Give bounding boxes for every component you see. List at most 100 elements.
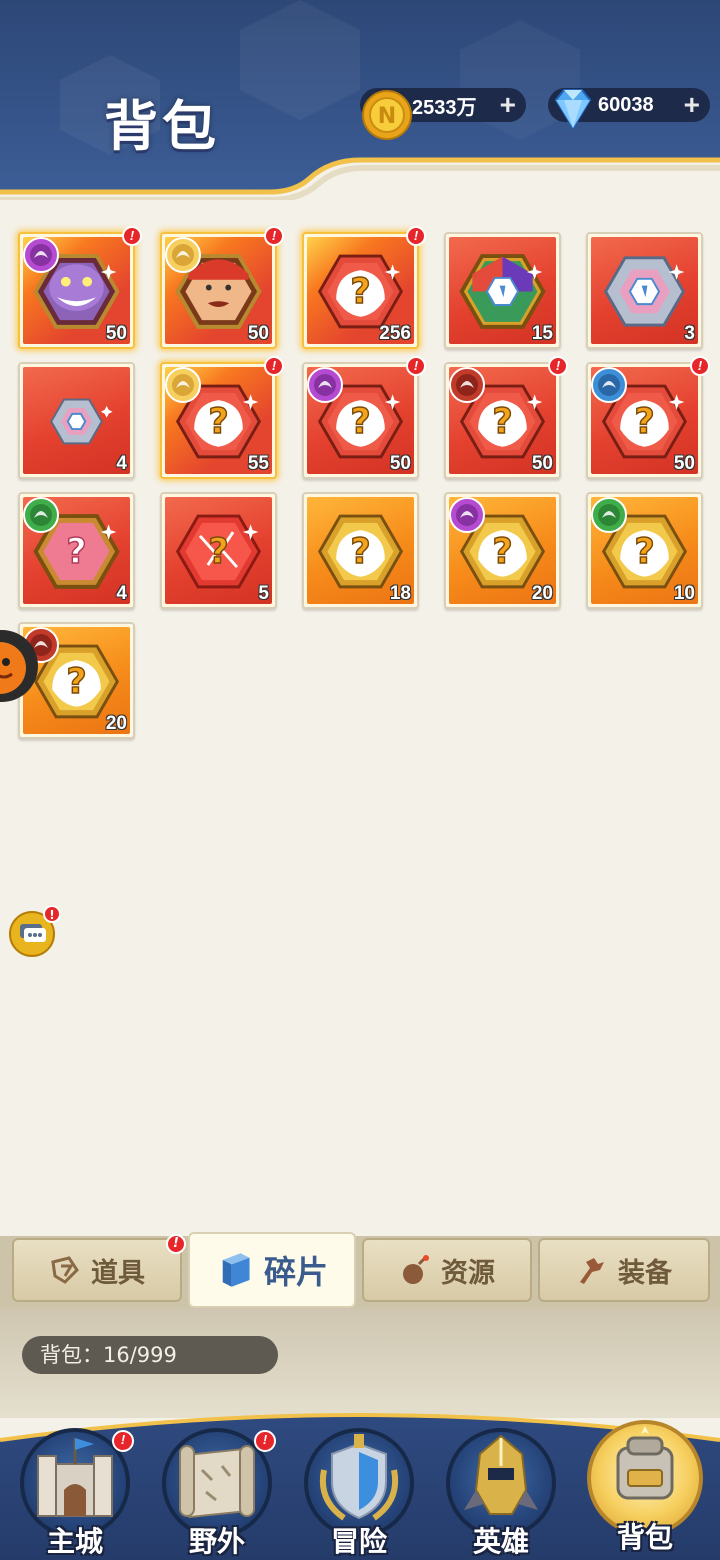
- svg-text:?: ?: [634, 532, 654, 572]
- fragment-item-slot[interactable]: 3: [586, 232, 703, 349]
- nav-main-city[interactable]: ! 主城: [16, 1426, 134, 1560]
- faction-blue-knight-icon: [591, 367, 627, 403]
- item-count: 20: [531, 583, 553, 604]
- svg-text:?: ?: [492, 532, 512, 572]
- nav-wilderness-alert-badge: !: [254, 1430, 276, 1452]
- fragment-item-slot[interactable]: ? 256 !: [302, 226, 426, 349]
- item-count: 50: [389, 453, 411, 474]
- item-count: 55: [247, 453, 269, 474]
- item-alert-badge: !: [122, 226, 142, 246]
- diamond-icon: [554, 89, 592, 130]
- item-alert-badge: !: [548, 356, 568, 376]
- item-alert-badge: !: [406, 356, 426, 376]
- fragment-item-slot[interactable]: ? 10: [586, 492, 703, 609]
- tab-items[interactable]: 道具 !: [12, 1234, 186, 1302]
- item-count: 5: [258, 583, 269, 604]
- fragment-book-icon: [222, 1253, 250, 1287]
- svg-text:?: ?: [208, 532, 228, 572]
- fragment-small-crystal-icon: [50, 398, 113, 445]
- tab-equipment[interactable]: 装备: [538, 1238, 710, 1302]
- fragment-item-slot[interactable]: ? 50 !: [586, 356, 710, 479]
- nav-heroes[interactable]: 英雄: [442, 1426, 560, 1560]
- faction-red-beast-icon: [449, 367, 485, 403]
- header-bar: 背包 N 2533万 + 60038 +: [0, 0, 720, 200]
- svg-text:!: !: [49, 908, 54, 922]
- fragment-item-slot[interactable]: ? 50 !: [444, 356, 568, 479]
- svg-text:?: ?: [350, 272, 370, 312]
- add-gems-button[interactable]: +: [684, 91, 700, 119]
- gold-counter[interactable]: N 2533万 +: [360, 88, 526, 140]
- fragment-item-slot[interactable]: ? 20: [444, 492, 561, 609]
- tab-fragments[interactable]: 碎片: [188, 1232, 356, 1308]
- resource-bomb-icon: [403, 1255, 429, 1284]
- fragment-blue-crystal-frame-icon: [603, 256, 686, 327]
- nav-backpack[interactable]: 背包: [586, 1420, 704, 1560]
- nav-adventure[interactable]: 冒险: [300, 1426, 418, 1560]
- svg-text:?: ?: [350, 532, 370, 572]
- item-alert-badge: !: [406, 226, 426, 246]
- tab-fragments-label: 碎片: [263, 1253, 328, 1291]
- item-count: 50: [105, 323, 127, 344]
- faction-gold-light-icon: [165, 237, 201, 273]
- nav-heroes-label: 英雄: [472, 1525, 529, 1558]
- fragment-item-slot[interactable]: 15: [444, 232, 561, 349]
- equipment-icon: [580, 1258, 604, 1284]
- category-tab-bar: 道具 ! 碎片 资源 装备: [0, 1232, 720, 1308]
- nav-wilderness-label: 野外: [188, 1525, 245, 1558]
- svg-text:?: ?: [634, 402, 654, 442]
- tab-equipment-label: 装备: [618, 1257, 672, 1289]
- fragment-item-slot[interactable]: ? 18: [302, 492, 419, 609]
- castle-icon: [37, 1438, 113, 1517]
- tab-items-alert-badge: !: [166, 1234, 186, 1254]
- gold-coin-icon: N: [362, 90, 412, 140]
- tab-items-label: 道具: [91, 1257, 145, 1289]
- item-background: [23, 367, 130, 474]
- item-count: 50: [673, 453, 695, 474]
- pet-companion-icon[interactable]: [0, 628, 40, 704]
- fragment-item-slot[interactable]: ? 50 !: [302, 356, 426, 479]
- item-background: [591, 237, 698, 344]
- shield-icon: [320, 1434, 398, 1521]
- faction-green-forest-icon: [591, 497, 627, 533]
- chat-button-icon[interactable]: !: [8, 906, 60, 958]
- fragment-item-slot[interactable]: ? 55 !: [160, 356, 284, 479]
- fragment-item-slot[interactable]: ? 4: [18, 492, 135, 609]
- fragment-item-slot[interactable]: 50 !: [18, 226, 142, 349]
- item-alert-badge: !: [264, 356, 284, 376]
- bag-capacity: 背包：16/999: [22, 1336, 278, 1374]
- svg-text:?: ?: [66, 662, 86, 702]
- nav-main-city-alert-badge: !: [112, 1430, 134, 1452]
- nav-backpack-label: 背包: [616, 1521, 673, 1554]
- item-count: 50: [531, 453, 553, 474]
- faction-gold-light-icon: [165, 367, 201, 403]
- gold-amount: 2533万: [412, 96, 477, 119]
- faction-purple-demon-icon: [307, 367, 343, 403]
- nav-wilderness[interactable]: ! 野外: [158, 1426, 276, 1560]
- fragment-item-slot[interactable]: ? 5: [160, 492, 277, 609]
- item-count: 3: [684, 323, 695, 344]
- item-count: 50: [247, 323, 269, 344]
- fragment-item-slot[interactable]: 4: [18, 362, 135, 479]
- faction-purple-demon-icon: [23, 237, 59, 273]
- svg-text:N: N: [378, 104, 396, 129]
- tab-resources[interactable]: 资源: [362, 1238, 532, 1302]
- svg-text:?: ?: [350, 402, 370, 442]
- item-alert-badge: !: [264, 226, 284, 246]
- faction-purple-demon-icon: [449, 497, 485, 533]
- nav-main-city-label: 主城: [46, 1525, 103, 1558]
- faction-green-forest-icon: [23, 497, 59, 533]
- item-count: 4: [116, 583, 127, 604]
- nav-adventure-label: 冒险: [330, 1525, 387, 1558]
- map-scroll-icon: [179, 1445, 255, 1519]
- page-title: 背包: [104, 95, 220, 158]
- item-count: 256: [379, 323, 411, 344]
- fragment-item-slot[interactable]: 50 !: [160, 226, 284, 349]
- fragment-red-gem-mystery-icon: ?: [175, 514, 262, 589]
- tab-resources-label: 资源: [441, 1257, 495, 1289]
- add-gold-button[interactable]: +: [500, 91, 516, 119]
- backpack-icon: [616, 1426, 674, 1500]
- item-count: 10: [673, 583, 695, 604]
- svg-text:?: ?: [492, 402, 512, 442]
- item-count: 4: [116, 453, 127, 474]
- gem-counter[interactable]: 60038 +: [548, 88, 710, 130]
